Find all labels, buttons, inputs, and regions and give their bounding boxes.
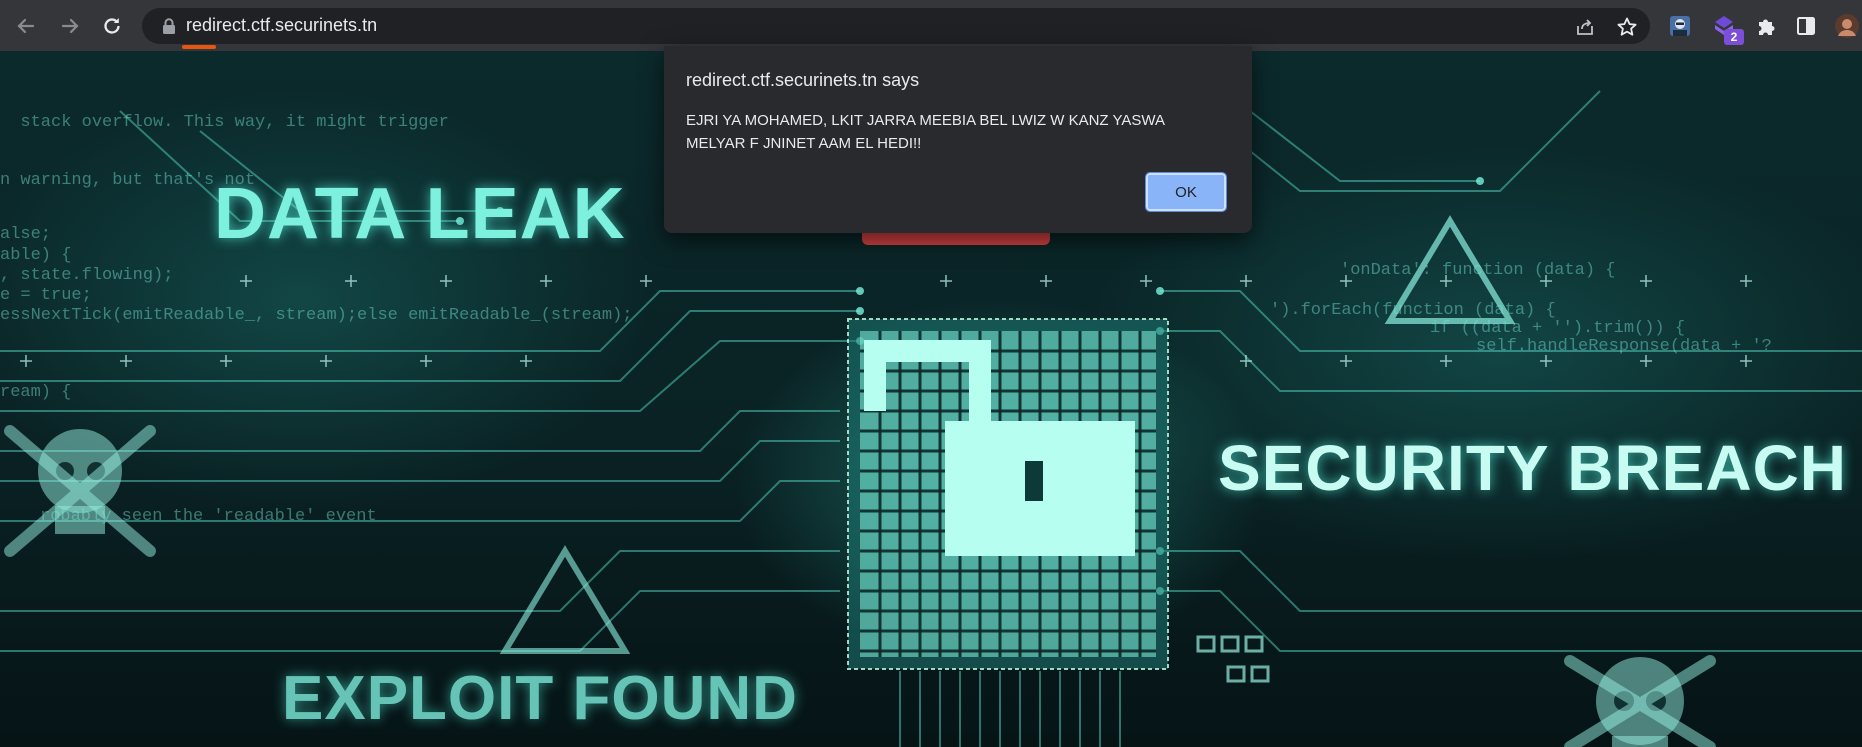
code-line: ream) { <box>0 383 72 402</box>
share-icon <box>1577 19 1593 35</box>
code-line: alse; <box>0 225 52 244</box>
side-panel-button[interactable] <box>1792 12 1820 40</box>
headline-exploit-found: EXPLOIT FOUND <box>282 664 798 733</box>
reload-button[interactable] <box>98 12 126 40</box>
reload-icon <box>104 18 120 34</box>
headline-data-leak: DATA LEAK <box>214 174 626 254</box>
code-line: , state.flowing); <box>0 266 174 285</box>
extensions-menu-button[interactable] <box>1752 12 1780 40</box>
profile-avatar-icon <box>1835 14 1859 38</box>
code-line: able) { <box>0 246 72 265</box>
profile-button[interactable] <box>1834 12 1860 40</box>
lock-icon <box>163 18 175 34</box>
arrow-right-icon <box>61 18 79 34</box>
share-button[interactable] <box>1574 16 1596 38</box>
url-annotation-mark <box>182 45 216 49</box>
back-button[interactable] <box>12 12 40 40</box>
ok-button[interactable]: OK <box>1145 172 1227 212</box>
dialog-message: EJRI YA MOHAMED, LKIT JARRA MEEBIA BEL L… <box>686 112 1165 152</box>
robot-extension-icon <box>1670 16 1690 36</box>
code-line: ').forEach(function (data) { <box>1270 301 1556 320</box>
code-line: stack overflow. This way, it might trigg… <box>0 113 449 132</box>
url-text: redirect.ctf.securinets.tn <box>186 15 378 35</box>
extension-avatar-button[interactable] <box>1666 12 1694 40</box>
forward-button[interactable] <box>56 12 84 40</box>
puzzle-icon <box>1759 19 1775 35</box>
extension-badge: 2 <box>1724 29 1744 45</box>
code-line: 'onData': function (data) { <box>1340 261 1616 280</box>
code-line: essNextTick(emitReadable_, stream);else … <box>0 306 633 325</box>
code-line: robably seen the 'readable' event <box>40 507 377 526</box>
side-panel-icon <box>1797 17 1815 35</box>
star-icon <box>1617 17 1637 36</box>
arrow-left-icon <box>17 18 35 34</box>
bookmark-button[interactable] <box>1616 16 1638 38</box>
browser-toolbar: redirect.ctf.securinets.tn 2 <box>0 0 1862 51</box>
code-line: e = true; <box>0 286 92 305</box>
alert-dialog: redirect.ctf.securinets.tn says EJRI YA … <box>664 46 1252 233</box>
headline-security-breach: SECURITY BREACH <box>1218 432 1847 504</box>
code-line: self.handleResponse(data + '? <box>1476 337 1772 356</box>
dialog-title: redirect.ctf.securinets.tn says <box>686 70 920 90</box>
code-line: if ((data + '').trim()) { <box>1430 319 1686 338</box>
address-bar[interactable]: redirect.ctf.securinets.tn <box>142 8 1650 44</box>
